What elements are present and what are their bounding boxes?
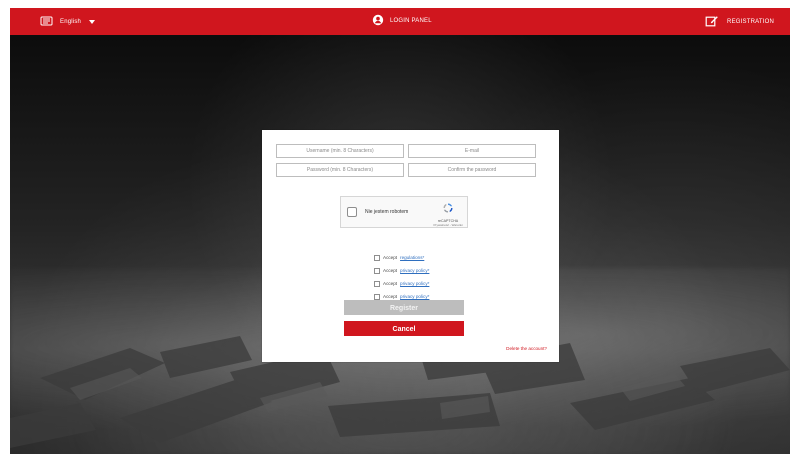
accept-prefix: Accept: [383, 255, 398, 260]
accept-item: Accept privacy policy*: [374, 279, 494, 288]
confirm-password-input[interactable]: [408, 163, 536, 177]
language-flag-icon: [40, 15, 54, 29]
cancel-button[interactable]: Cancel: [344, 321, 464, 336]
recaptcha-subtext: Prywatność - Warunki: [433, 223, 463, 228]
accept-prefix: Accept: [383, 268, 398, 273]
user-circle-icon: [372, 14, 384, 28]
accept-link[interactable]: privacy policy*: [400, 281, 429, 286]
recaptcha-widget: Nie jestem robotem reCAPTCHA Prywatność …: [340, 196, 468, 228]
recaptcha-logo: reCAPTCHA Prywatność - Warunki: [433, 200, 463, 228]
login-panel-link[interactable]: LOGIN PANEL: [372, 14, 432, 28]
accept-item: Accept regulations*: [374, 253, 494, 262]
accept-item: Accept privacy policy*: [374, 266, 494, 275]
accept-link[interactable]: regulations*: [400, 255, 424, 260]
password-input[interactable]: [276, 163, 404, 177]
accept-checkbox[interactable]: [374, 267, 380, 274]
register-button[interactable]: Register: [344, 300, 464, 315]
accept-checklist: Accept regulations* Accept privacy polic…: [374, 253, 494, 301]
accept-checkbox[interactable]: [374, 293, 380, 300]
registration-link[interactable]: REGISTRATION: [705, 14, 774, 30]
language-selector[interactable]: English: [40, 15, 96, 29]
accept-link[interactable]: privacy policy*: [400, 294, 429, 299]
email-input[interactable]: [408, 144, 536, 158]
accept-link[interactable]: privacy policy*: [400, 268, 429, 273]
recaptcha-checkbox[interactable]: [347, 207, 357, 217]
top-navigation-bar: English LOGIN PANEL REGISTRATION: [10, 8, 790, 35]
registration-modal: Nie jestem robotem reCAPTCHA Prywatność …: [262, 130, 559, 362]
username-input[interactable]: [276, 144, 404, 158]
accept-prefix: Accept: [383, 294, 398, 299]
caret-down-icon: [89, 20, 96, 24]
delete-account-link[interactable]: Delete the account?: [506, 346, 547, 351]
language-label: English: [60, 19, 82, 25]
registration-fields: [276, 144, 536, 177]
edit-icon: [705, 14, 719, 30]
accept-prefix: Accept: [383, 281, 398, 286]
app-frame: English LOGIN PANEL REGISTRATION Usernam…: [10, 8, 790, 454]
accept-checkbox[interactable]: [374, 280, 380, 287]
registration-label: REGISTRATION: [727, 19, 774, 25]
recaptcha-label: Nie jestem robotem: [365, 209, 409, 215]
accept-checkbox[interactable]: [374, 254, 380, 261]
login-panel-label: LOGIN PANEL: [390, 18, 432, 24]
recaptcha-icon: [442, 201, 454, 219]
